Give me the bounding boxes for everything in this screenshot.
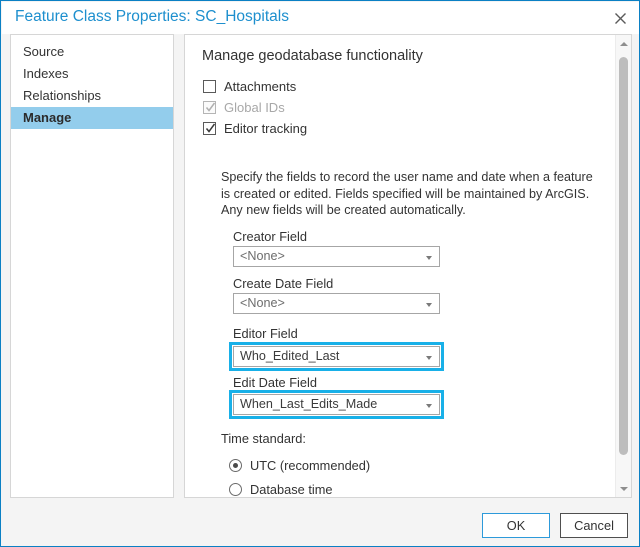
radio-utc-recommended[interactable]: UTC (recommended) [229, 458, 370, 473]
chevron-up-icon[interactable] [616, 35, 631, 52]
creator-field-dropdown[interactable]: <None> [233, 246, 440, 267]
section-title: Manage geodatabase functionality [202, 48, 423, 64]
label-editor-field: Editor Field [233, 326, 298, 341]
create-date-field-dropdown[interactable]: <None> [233, 293, 440, 314]
editor-tracking-description: Specify the fields to record the user na… [221, 170, 593, 217]
radio-label-database-time: Database time [250, 482, 333, 497]
cancel-button[interactable]: Cancel [560, 513, 628, 538]
label-edit-date-field: Edit Date Field [233, 375, 317, 390]
feature-class-properties-dialog: Feature Class Properties: SC_Hospitals S… [0, 0, 640, 547]
manage-tab-content: Manage geodatabase functionality Attachm… [185, 35, 615, 497]
chevron-down-icon [426, 256, 432, 260]
sidebar-item-relationships[interactable]: Relationships [11, 85, 173, 107]
content-scrollbar[interactable] [615, 35, 631, 497]
creator-field-value: <None> [240, 249, 285, 263]
radio-box-utc [229, 459, 242, 472]
checkbox-editor-tracking[interactable]: Editor tracking [203, 121, 307, 136]
label-time-standard: Time standard: [221, 431, 306, 446]
chevron-down-icon [426, 303, 432, 307]
editor-field-dropdown[interactable]: Who_Edited_Last [233, 346, 440, 367]
checkbox-box-attachments [203, 80, 216, 93]
edit-date-field-dropdown[interactable]: When_Last_Edits_Made [233, 394, 440, 415]
ok-button[interactable]: OK [482, 513, 550, 538]
checkbox-label-editor-tracking: Editor tracking [224, 121, 308, 136]
label-creator-field: Creator Field [233, 229, 307, 244]
scrollbar-thumb[interactable] [619, 57, 628, 455]
radio-dot-utc [233, 463, 238, 468]
chevron-down-icon[interactable] [616, 480, 631, 497]
sidebar-item-manage[interactable]: Manage [11, 107, 173, 129]
editor-field-value: Who_Edited_Last [240, 349, 340, 363]
sidebar-item-source[interactable]: Source [11, 41, 173, 63]
chevron-down-icon [426, 404, 432, 408]
edit-date-field-value: When_Last_Edits_Made [240, 397, 378, 411]
radio-box-database-time [229, 483, 242, 496]
checkbox-attachments[interactable]: Attachments [203, 79, 296, 94]
create-date-field-value: <None> [240, 296, 285, 310]
chevron-down-icon [426, 356, 432, 360]
checkbox-global-ids: Global IDs [203, 100, 285, 115]
content-panel: Manage geodatabase functionality Attachm… [184, 34, 632, 498]
checkbox-box-global-ids [203, 101, 216, 114]
sidebar-nav: Source Indexes Relationships Manage [10, 34, 174, 498]
close-icon[interactable] [606, 6, 634, 30]
radio-label-utc: UTC (recommended) [250, 458, 371, 473]
title-bar: Feature Class Properties: SC_Hospitals [2, 2, 639, 34]
checkbox-box-editor-tracking [203, 122, 216, 135]
label-create-date-field: Create Date Field [233, 276, 334, 291]
checkbox-label-global-ids: Global IDs [224, 100, 285, 115]
page-title: Feature Class Properties: SC_Hospitals [15, 8, 289, 25]
radio-database-time[interactable]: Database time [229, 482, 333, 497]
checkbox-label-attachments: Attachments [224, 79, 297, 94]
sidebar-item-indexes[interactable]: Indexes [11, 63, 173, 85]
